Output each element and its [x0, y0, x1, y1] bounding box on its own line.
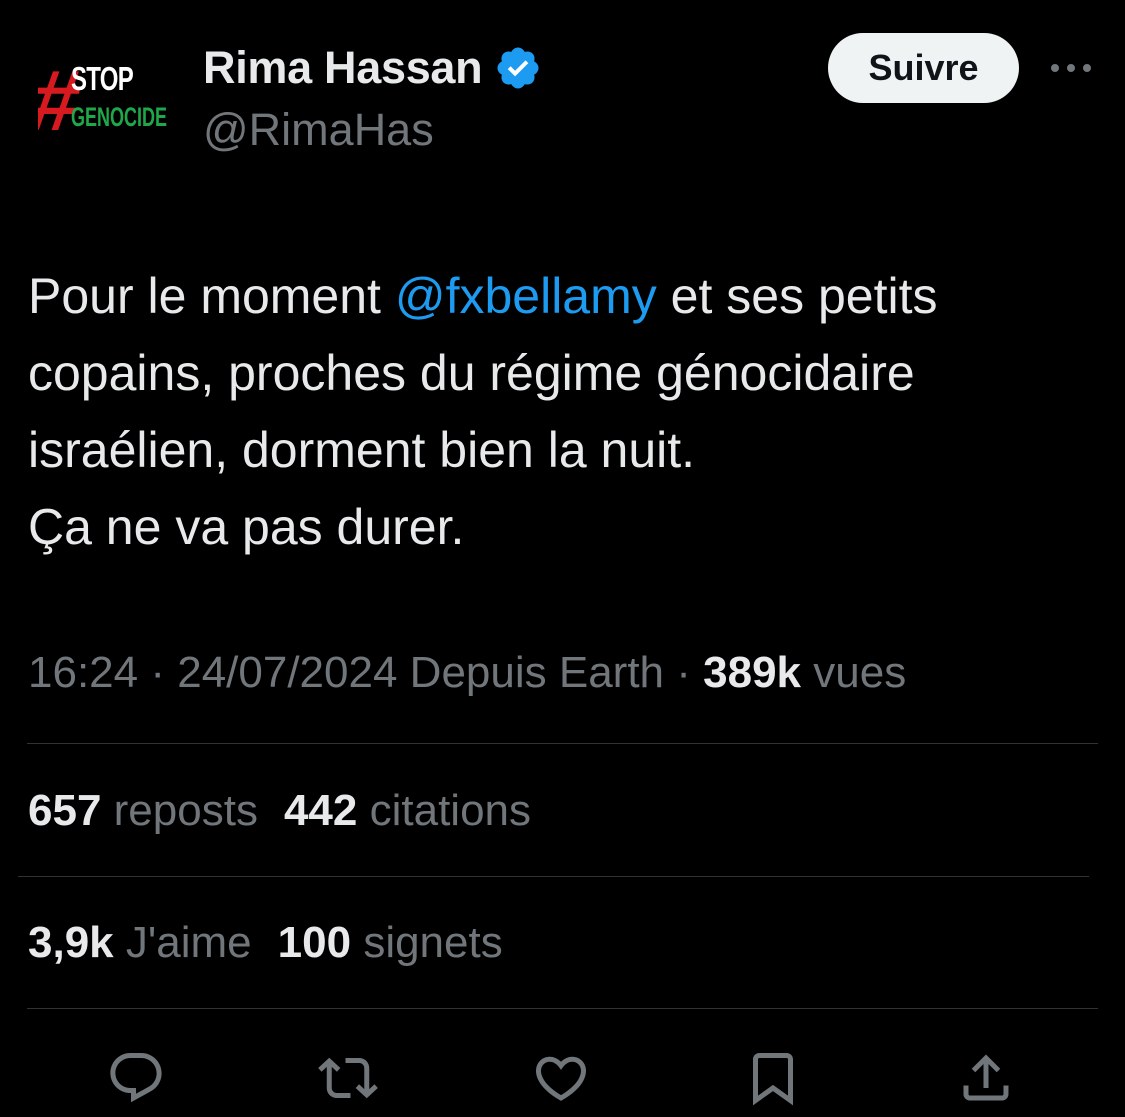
likes-stat[interactable]: 3,9k J'aime: [28, 918, 252, 967]
display-name[interactable]: Rima Hassan: [203, 42, 483, 94]
verified-badge-icon: [494, 44, 542, 92]
divider: [27, 743, 1098, 744]
reply-icon[interactable]: [104, 1046, 168, 1110]
meta-separator: ·: [664, 648, 704, 697]
tweet-line-1: Pour le moment @fxbellamy et ses petits: [28, 258, 1103, 335]
tweet-text-segment: Pour le moment: [28, 268, 395, 324]
likes-label: J'aime: [125, 918, 252, 967]
repost-icon[interactable]: [316, 1046, 380, 1110]
tweet-meta: 16:24 · 24/07/2024 Depuis Earth · 389k v…: [28, 640, 906, 706]
views-label: vues: [813, 648, 907, 697]
avatar[interactable]: # STOP GENOCIDE: [38, 56, 170, 136]
bookmarks-count: 100: [277, 918, 352, 967]
tweet-source: Depuis Earth: [409, 648, 665, 697]
bookmarks-stat[interactable]: 100 signets: [278, 918, 503, 967]
reposts-stat[interactable]: 657 reposts: [28, 786, 258, 835]
tweet-line-2: copains, proches du régime génocidaire: [28, 345, 915, 401]
mention-link[interactable]: @fxbellamy: [395, 268, 657, 324]
reposts-label: reposts: [113, 786, 258, 835]
likes-count: 3,9k: [28, 918, 114, 967]
bookmark-icon[interactable]: [741, 1046, 805, 1110]
tweet-text-segment: et ses petits: [656, 268, 938, 324]
tweet-line-4: Ça ne va pas durer.: [28, 499, 465, 555]
meta-separator: ·: [138, 648, 178, 697]
share-icon[interactable]: [954, 1046, 1018, 1110]
repost-stats: 657 reposts 442 citations: [28, 778, 531, 844]
follow-button[interactable]: Suivre: [828, 33, 1019, 103]
like-stats: 3,9k J'aime 100 signets: [28, 910, 503, 976]
action-bar: [0, 1040, 1125, 1117]
tweet-text: Pour le moment @fxbellamy et ses petits …: [28, 258, 1103, 566]
quotes-label: citations: [369, 786, 532, 835]
bookmarks-label: signets: [363, 918, 503, 967]
avatar-text-bottom: GENOCIDE: [71, 102, 167, 132]
like-icon[interactable]: [529, 1046, 593, 1110]
quotes-count: 442: [283, 786, 358, 835]
more-icon[interactable]: [1046, 50, 1096, 86]
views-count: 389k: [703, 648, 802, 697]
divider: [18, 876, 1089, 877]
avatar-text-top: STOP: [71, 60, 133, 97]
author-name-row[interactable]: Rima Hassan: [203, 38, 542, 98]
tweet-line-3: israélien, dorment bien la nuit.: [28, 422, 696, 478]
divider: [27, 1008, 1098, 1009]
handle[interactable]: @RimaHas: [203, 104, 434, 156]
reposts-count: 657: [28, 786, 102, 835]
stop-genocide-logo: # STOP GENOCIDE: [38, 56, 167, 136]
quotes-stat[interactable]: 442 citations: [284, 786, 531, 835]
tweet-time[interactable]: 16:24: [28, 648, 138, 697]
tweet-date[interactable]: 24/07/2024: [177, 648, 397, 697]
